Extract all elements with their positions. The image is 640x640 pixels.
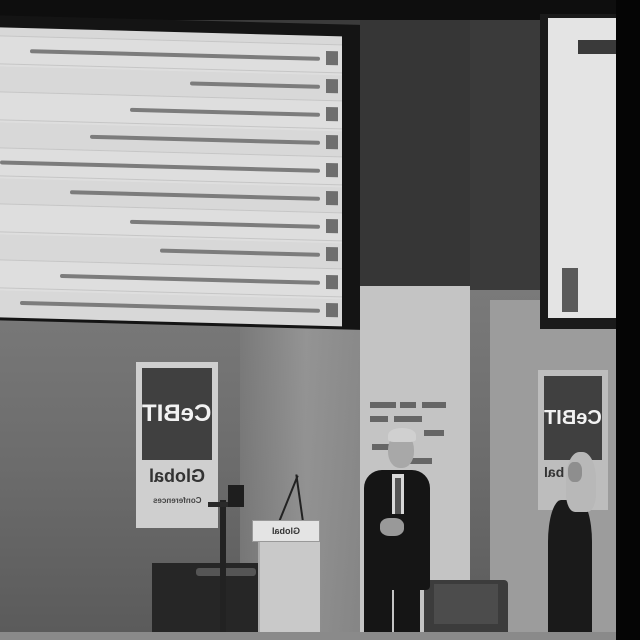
projection-screen — [0, 27, 342, 327]
woman-body — [548, 500, 592, 640]
feed-text-blur — [160, 248, 320, 257]
lectern-plate: Global — [252, 520, 320, 542]
sign-title: Global — [148, 466, 205, 486]
stand-head — [228, 485, 244, 507]
sponsor-logo — [422, 402, 446, 408]
feed-text-blur — [130, 107, 320, 117]
sponsor-logo — [394, 416, 422, 422]
lectern-title: Global — [271, 526, 300, 536]
feed-avatar — [326, 302, 338, 318]
feed-avatar — [326, 274, 338, 290]
sponsor-logo — [400, 402, 416, 408]
speaker-hair — [388, 428, 416, 442]
stage-floor — [0, 632, 640, 640]
cebit-brand: CeBIT — [142, 400, 212, 427]
feed-text-blur — [0, 160, 320, 173]
feed-avatar — [326, 134, 338, 150]
feed-text-blur — [70, 190, 320, 201]
sponsor-logo — [424, 430, 444, 436]
cebit-logo: CeBIT — [142, 368, 212, 460]
sponsor-logo — [370, 402, 396, 408]
speaker-tie — [395, 478, 401, 514]
sign-subtitle: Conferences — [152, 496, 202, 505]
projection-screen-frame — [0, 15, 360, 330]
feed-avatar — [326, 50, 338, 66]
feed-text-blur — [130, 219, 320, 229]
feed-avatar — [326, 162, 338, 178]
side-screen — [548, 18, 626, 318]
cebit-brand: CeBIT — [544, 406, 602, 429]
right-dark-edge — [616, 0, 640, 640]
sponsor-logo — [370, 416, 388, 422]
speaker-hands — [380, 518, 404, 536]
side-table-top — [196, 568, 256, 576]
woman-face — [568, 462, 582, 482]
cebit-sign-left: CeBIT Global Conferences — [136, 362, 218, 528]
chair-back — [434, 584, 498, 624]
feed-avatar — [326, 190, 338, 206]
feed-text-blur — [30, 49, 320, 61]
feed-avatar — [326, 218, 338, 234]
feed-text-blur — [190, 81, 320, 89]
feed-text-blur — [60, 273, 320, 285]
feed-avatar — [326, 78, 338, 94]
feed-avatar — [326, 106, 338, 122]
wall-panel — [360, 20, 470, 290]
sign-caption: Global Conferences — [142, 460, 212, 508]
sign-title: bal — [544, 464, 565, 480]
feed-avatar — [326, 246, 338, 262]
side-screen-logo — [562, 268, 578, 312]
speaker-leg — [394, 580, 420, 640]
cebit-logo: CeBIT — [544, 376, 602, 460]
feed-text-blur — [20, 300, 320, 313]
woman-hair — [566, 452, 596, 512]
camera-stand — [220, 500, 226, 640]
feed-text-blur — [90, 134, 320, 145]
speaker-leg — [364, 580, 392, 640]
conference-stage-photo: CeBIT Global Conferences CeBIT bal rence… — [0, 0, 640, 640]
sponsor-logo — [410, 458, 432, 464]
lectern — [258, 538, 320, 640]
wall-panel — [470, 20, 540, 300]
